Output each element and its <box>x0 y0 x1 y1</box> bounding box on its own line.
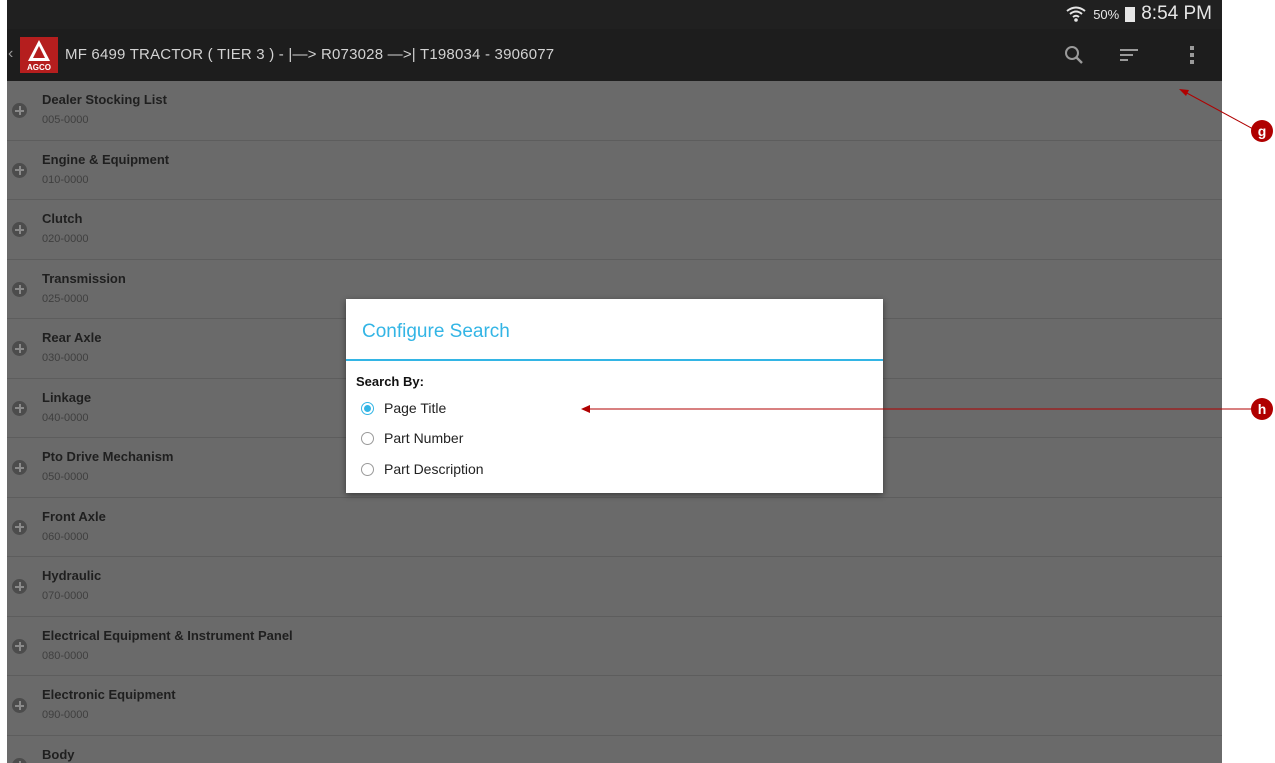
annotation-arrowhead-h <box>581 405 590 413</box>
annotation-badge-h: h <box>1251 398 1273 420</box>
annotation-arrows <box>581 89 1256 413</box>
annotation-arrow-g <box>1184 91 1256 131</box>
annotation-badge-g: g <box>1251 120 1273 142</box>
annotation-arrowhead-g <box>1179 89 1189 96</box>
